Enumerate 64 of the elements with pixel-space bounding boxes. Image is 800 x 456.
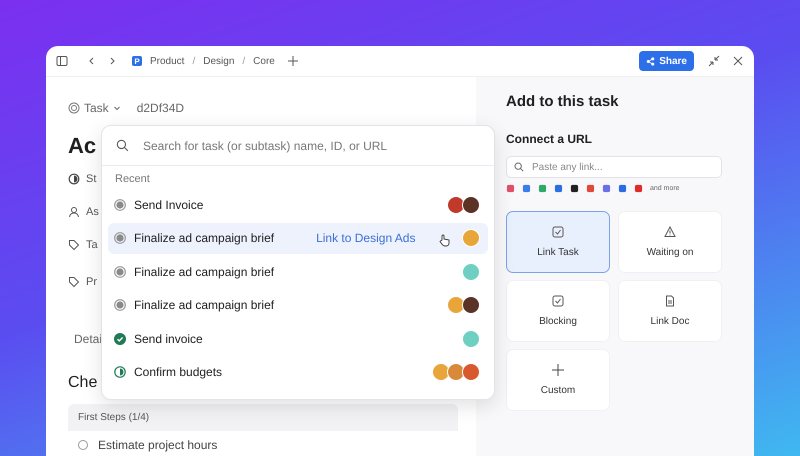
link-option-card[interactable]: Blocking	[506, 280, 610, 342]
task-list-item[interactable]: Confirm budgets	[108, 356, 488, 388]
task-list-item[interactable]: Send invoice	[108, 323, 488, 354]
person-icon	[68, 206, 80, 218]
collapse-icon[interactable]	[708, 55, 720, 67]
search-icon	[514, 162, 524, 172]
section-label: Recent	[115, 173, 151, 185]
task-name: Finalize ad campaign brief	[134, 298, 274, 312]
field-label: Pr	[86, 276, 97, 288]
tag-icon	[68, 239, 80, 251]
task-search-input[interactable]: Search for task (or subtask) name, ID, or URL	[141, 138, 480, 154]
checkbox-icon	[552, 226, 564, 238]
task-search-field[interactable]: Search for task (or subtask) name, ID, or URL	[102, 126, 494, 166]
checklist-checkbox[interactable]	[78, 440, 88, 450]
link-option-card[interactable]: Link Doc	[618, 280, 722, 342]
checkbox-icon	[552, 295, 564, 307]
search-icon	[116, 139, 129, 152]
breadcrumb-separator: /	[192, 56, 196, 66]
space-badge: P	[132, 56, 142, 66]
link-option-card[interactable]: Waiting on	[618, 211, 722, 273]
url-input[interactable]: Paste any link...	[530, 160, 714, 174]
task-name: Finalize ad campaign brief	[134, 264, 274, 279]
breadcrumb-separator: /	[242, 56, 246, 66]
checklist-item: Estimate project hours	[98, 438, 218, 452]
field-label: As	[86, 206, 99, 218]
task-name: Send invoice	[134, 332, 203, 346]
section-heading: Connect a URL	[506, 132, 594, 146]
sidebar-toggle-icon[interactable]	[56, 55, 68, 67]
checklist-heading: Che	[68, 374, 98, 392]
link-action[interactable]: Link to Design Ads	[316, 231, 416, 246]
integration-icon[interactable]	[570, 184, 579, 193]
plus-icon	[552, 364, 564, 376]
share-icon	[646, 56, 656, 66]
field-label: Ta	[86, 239, 98, 251]
details-tab[interactable]: Detai	[74, 332, 102, 346]
task-list-item[interactable]: Finalize ad campaign brief Link to Design Ads	[108, 222, 488, 254]
task-list-item[interactable]: Send Invoice	[108, 189, 488, 220]
hand-cursor-icon	[438, 232, 452, 247]
breadcrumb-link[interactable]: Product	[150, 56, 184, 66]
checklist-group-header: First Steps (1/4)	[68, 404, 458, 431]
status-icon	[68, 173, 80, 185]
task-type-icon	[68, 102, 80, 114]
task-id: d2Df34D	[136, 101, 184, 115]
tag-icon	[68, 276, 80, 288]
link-option-card[interactable]: Custom	[506, 349, 610, 411]
breadcrumb-link[interactable]: Core	[253, 56, 275, 66]
chevron-down-icon[interactable]	[112, 104, 121, 112]
close-icon[interactable]	[732, 55, 744, 67]
task-name: Send Invoice	[134, 198, 204, 212]
task-name: Finalize ad campaign brief	[134, 231, 274, 246]
task-title: Ac	[68, 133, 96, 159]
task-list-item[interactable]: Finalize ad campaign brief	[108, 290, 488, 321]
task-type-dropdown[interactable]: Task	[84, 101, 109, 115]
url-field[interactable]: Paste any link...	[506, 156, 722, 178]
document-icon	[664, 295, 676, 307]
panel-title: Add to this task	[506, 93, 620, 110]
field-label: St	[86, 173, 96, 185]
link-option-card[interactable]: Link Task	[506, 211, 610, 273]
plus-icon[interactable]	[286, 55, 299, 67]
task-list-item[interactable]: Finalize ad campaign brief	[108, 256, 488, 288]
share-button[interactable]: Share	[639, 51, 694, 71]
warning-icon	[664, 226, 676, 238]
breadcrumb-link[interactable]: Design	[203, 56, 234, 66]
task-name: Confirm budgets	[134, 365, 222, 380]
